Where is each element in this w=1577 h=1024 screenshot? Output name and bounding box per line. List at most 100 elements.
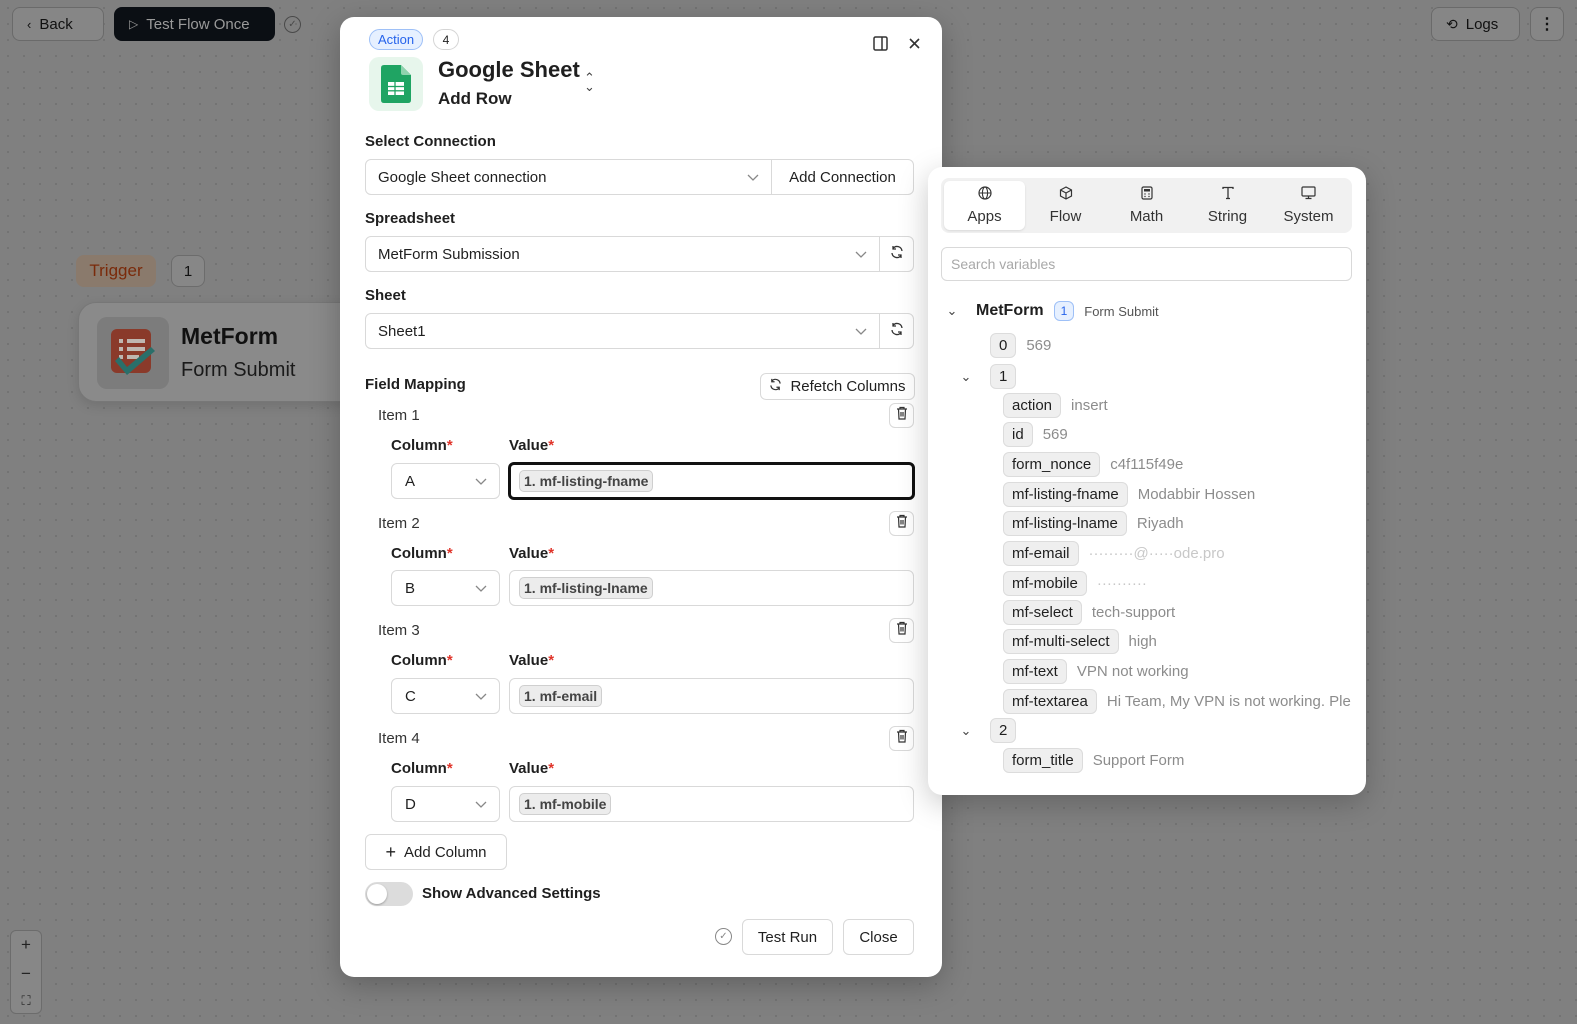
connection-value: Google Sheet connection [378, 168, 547, 186]
tab-apps[interactable]: Apps [944, 181, 1025, 230]
tree-field[interactable]: mf-listing-lname Riyadh [1003, 511, 1184, 536]
tree-root-event: Form Submit [1084, 303, 1159, 319]
plus-icon: + [385, 841, 396, 862]
tree-field[interactable]: form_title Support Form [1003, 748, 1184, 773]
delete-item-button[interactable] [889, 511, 914, 536]
sheet-select[interactable]: Sheet1 [365, 313, 880, 349]
tree-node-2[interactable]: ⌄ 2 [960, 718, 1017, 743]
variable-key[interactable]: action [1003, 393, 1062, 418]
refresh-icon [890, 245, 904, 263]
value-input[interactable]: 1. mf-email [509, 678, 914, 714]
tab-system[interactable]: System [1268, 181, 1349, 230]
variable-value: Modabbir Hossen [1137, 486, 1256, 503]
refresh-sheet-button[interactable] [879, 313, 914, 349]
variable-chip[interactable]: 1. mf-mobile [519, 793, 612, 815]
column-select[interactable]: A [391, 463, 500, 499]
chevron-down-icon[interactable]: ⌄ [960, 369, 972, 385]
variable-key[interactable]: mf-textarea [1003, 689, 1097, 714]
variable-key[interactable]: mf-listing-lname [1003, 511, 1127, 536]
tree-field[interactable]: mf-select tech-support [1003, 600, 1175, 625]
more-options-button[interactable]: ⋮ [1530, 7, 1564, 41]
column-label: Column* [391, 545, 453, 562]
chevron-down-icon[interactable]: ⌄ [960, 723, 972, 739]
variable-chip[interactable]: 1. mf-listing-lname [519, 577, 653, 599]
variable-key[interactable]: form_title [1003, 748, 1083, 773]
variable-picker-panel: Apps Flow Math String System ⌄ MetForm 1… [928, 167, 1366, 795]
variable-key[interactable]: 2 [990, 718, 1017, 743]
delete-item-button[interactable] [889, 618, 914, 643]
google-sheets-icon [369, 57, 423, 111]
variable-key[interactable]: mf-select [1003, 600, 1082, 625]
chevron-down-icon[interactable]: ⌄ [946, 303, 958, 319]
tree-field[interactable]: mf-multi-select high [1003, 629, 1157, 654]
tab-string[interactable]: String [1187, 181, 1268, 230]
trigger-node-subtitle: Form Submit [181, 359, 296, 381]
tree-field[interactable]: action insert [1003, 393, 1108, 418]
add-column-button[interactable]: + Add Column [365, 834, 507, 870]
app-action: Add Row [438, 89, 512, 108]
tree-field[interactable]: form_nonce c4f115f49e [1003, 452, 1183, 477]
variable-key[interactable]: mf-multi-select [1003, 629, 1119, 654]
trigger-node-title: MetForm [181, 323, 279, 349]
chevron-down-icon [475, 797, 487, 814]
test-run-button[interactable]: Test Run [742, 919, 833, 955]
tree-field[interactable]: mf-text VPN not working [1003, 659, 1189, 684]
tab-label: System [1283, 208, 1334, 225]
zoom-in-icon[interactable]: + [21, 935, 31, 955]
refresh-spreadsheet-button[interactable] [879, 236, 914, 272]
value-label: Value* [509, 652, 555, 669]
switch-action-icon[interactable]: ⌃ ⌄ [584, 71, 595, 93]
action-badge: Action [369, 29, 424, 50]
tab-flow[interactable]: Flow [1025, 181, 1106, 230]
search-variables-input[interactable] [941, 247, 1352, 281]
variable-key[interactable]: mf-mobile [1003, 571, 1087, 596]
split-view-icon[interactable] [871, 34, 889, 52]
trash-icon [896, 406, 908, 425]
tab-math[interactable]: Math [1106, 181, 1187, 230]
refetch-columns-button[interactable]: Refetch Columns [760, 373, 915, 400]
test-flow-once-button[interactable]: ▷ Test Flow Once [114, 7, 275, 41]
fit-view-icon[interactable]: ⛶ [21, 993, 30, 1009]
column-select[interactable]: B [391, 570, 500, 606]
tree-node-1[interactable]: ⌄ 1 [960, 364, 1017, 389]
tree-field[interactable]: id 569 [1003, 422, 1068, 447]
column-select[interactable]: C [391, 678, 500, 714]
type-icon [1221, 186, 1235, 204]
delete-item-button[interactable] [889, 403, 914, 428]
variable-key[interactable]: 1 [990, 364, 1017, 389]
value-input[interactable]: 1. mf-mobile [509, 786, 914, 822]
variable-value: ·········@·····ode.pro [1088, 545, 1225, 562]
variable-key[interactable]: form_nonce [1003, 452, 1101, 477]
advanced-settings-toggle[interactable] [365, 882, 413, 906]
trigger-node[interactable]: MetForm Form Submit [78, 302, 378, 402]
zoom-out-icon[interactable]: − [21, 964, 31, 984]
back-button[interactable]: ‹ Back [12, 7, 104, 41]
variable-tabs: Apps Flow Math String System [941, 178, 1352, 233]
variable-chip[interactable]: 1. mf-listing-fname [519, 470, 654, 492]
close-icon[interactable] [905, 34, 923, 52]
variable-chip[interactable]: 1. mf-email [519, 685, 603, 707]
close-button[interactable]: Close [843, 919, 914, 955]
spreadsheet-select[interactable]: MetForm Submission [365, 236, 880, 272]
variable-key[interactable]: 0 [990, 333, 1017, 358]
tree-field[interactable]: mf-listing-fname Modabbir Hossen [1003, 482, 1255, 507]
add-connection-button[interactable]: Add Connection [771, 159, 914, 195]
connection-select[interactable]: Google Sheet connection [365, 159, 772, 195]
column-select[interactable]: D [391, 786, 500, 822]
tree-field[interactable]: mf-email ·········@·····ode.pro [1003, 541, 1225, 566]
tab-label: Math [1129, 208, 1164, 225]
tree-root-metform[interactable]: ⌄ MetForm 1 Form Submit [946, 301, 1159, 321]
tree-field[interactable]: mf-mobile ·········· [1003, 571, 1147, 596]
tree-field[interactable]: mf-textarea Hi Team, My VPN is not worki… [1003, 689, 1351, 714]
delete-item-button[interactable] [889, 726, 914, 751]
value-input[interactable]: 1. mf-listing-lname [509, 570, 914, 606]
value-input[interactable]: 1. mf-listing-fname [508, 462, 915, 500]
variable-key[interactable]: mf-listing-fname [1003, 482, 1128, 507]
variable-key[interactable]: mf-email [1003, 541, 1079, 566]
logs-button[interactable]: ⟲ Logs [1431, 7, 1520, 41]
variable-key[interactable]: id [1003, 422, 1033, 447]
globe-icon [977, 186, 992, 204]
refetch-columns-label: Refetch Columns [790, 378, 906, 395]
variable-key[interactable]: mf-text [1003, 659, 1067, 684]
tree-node-0[interactable]: 0 569 [990, 333, 1051, 358]
